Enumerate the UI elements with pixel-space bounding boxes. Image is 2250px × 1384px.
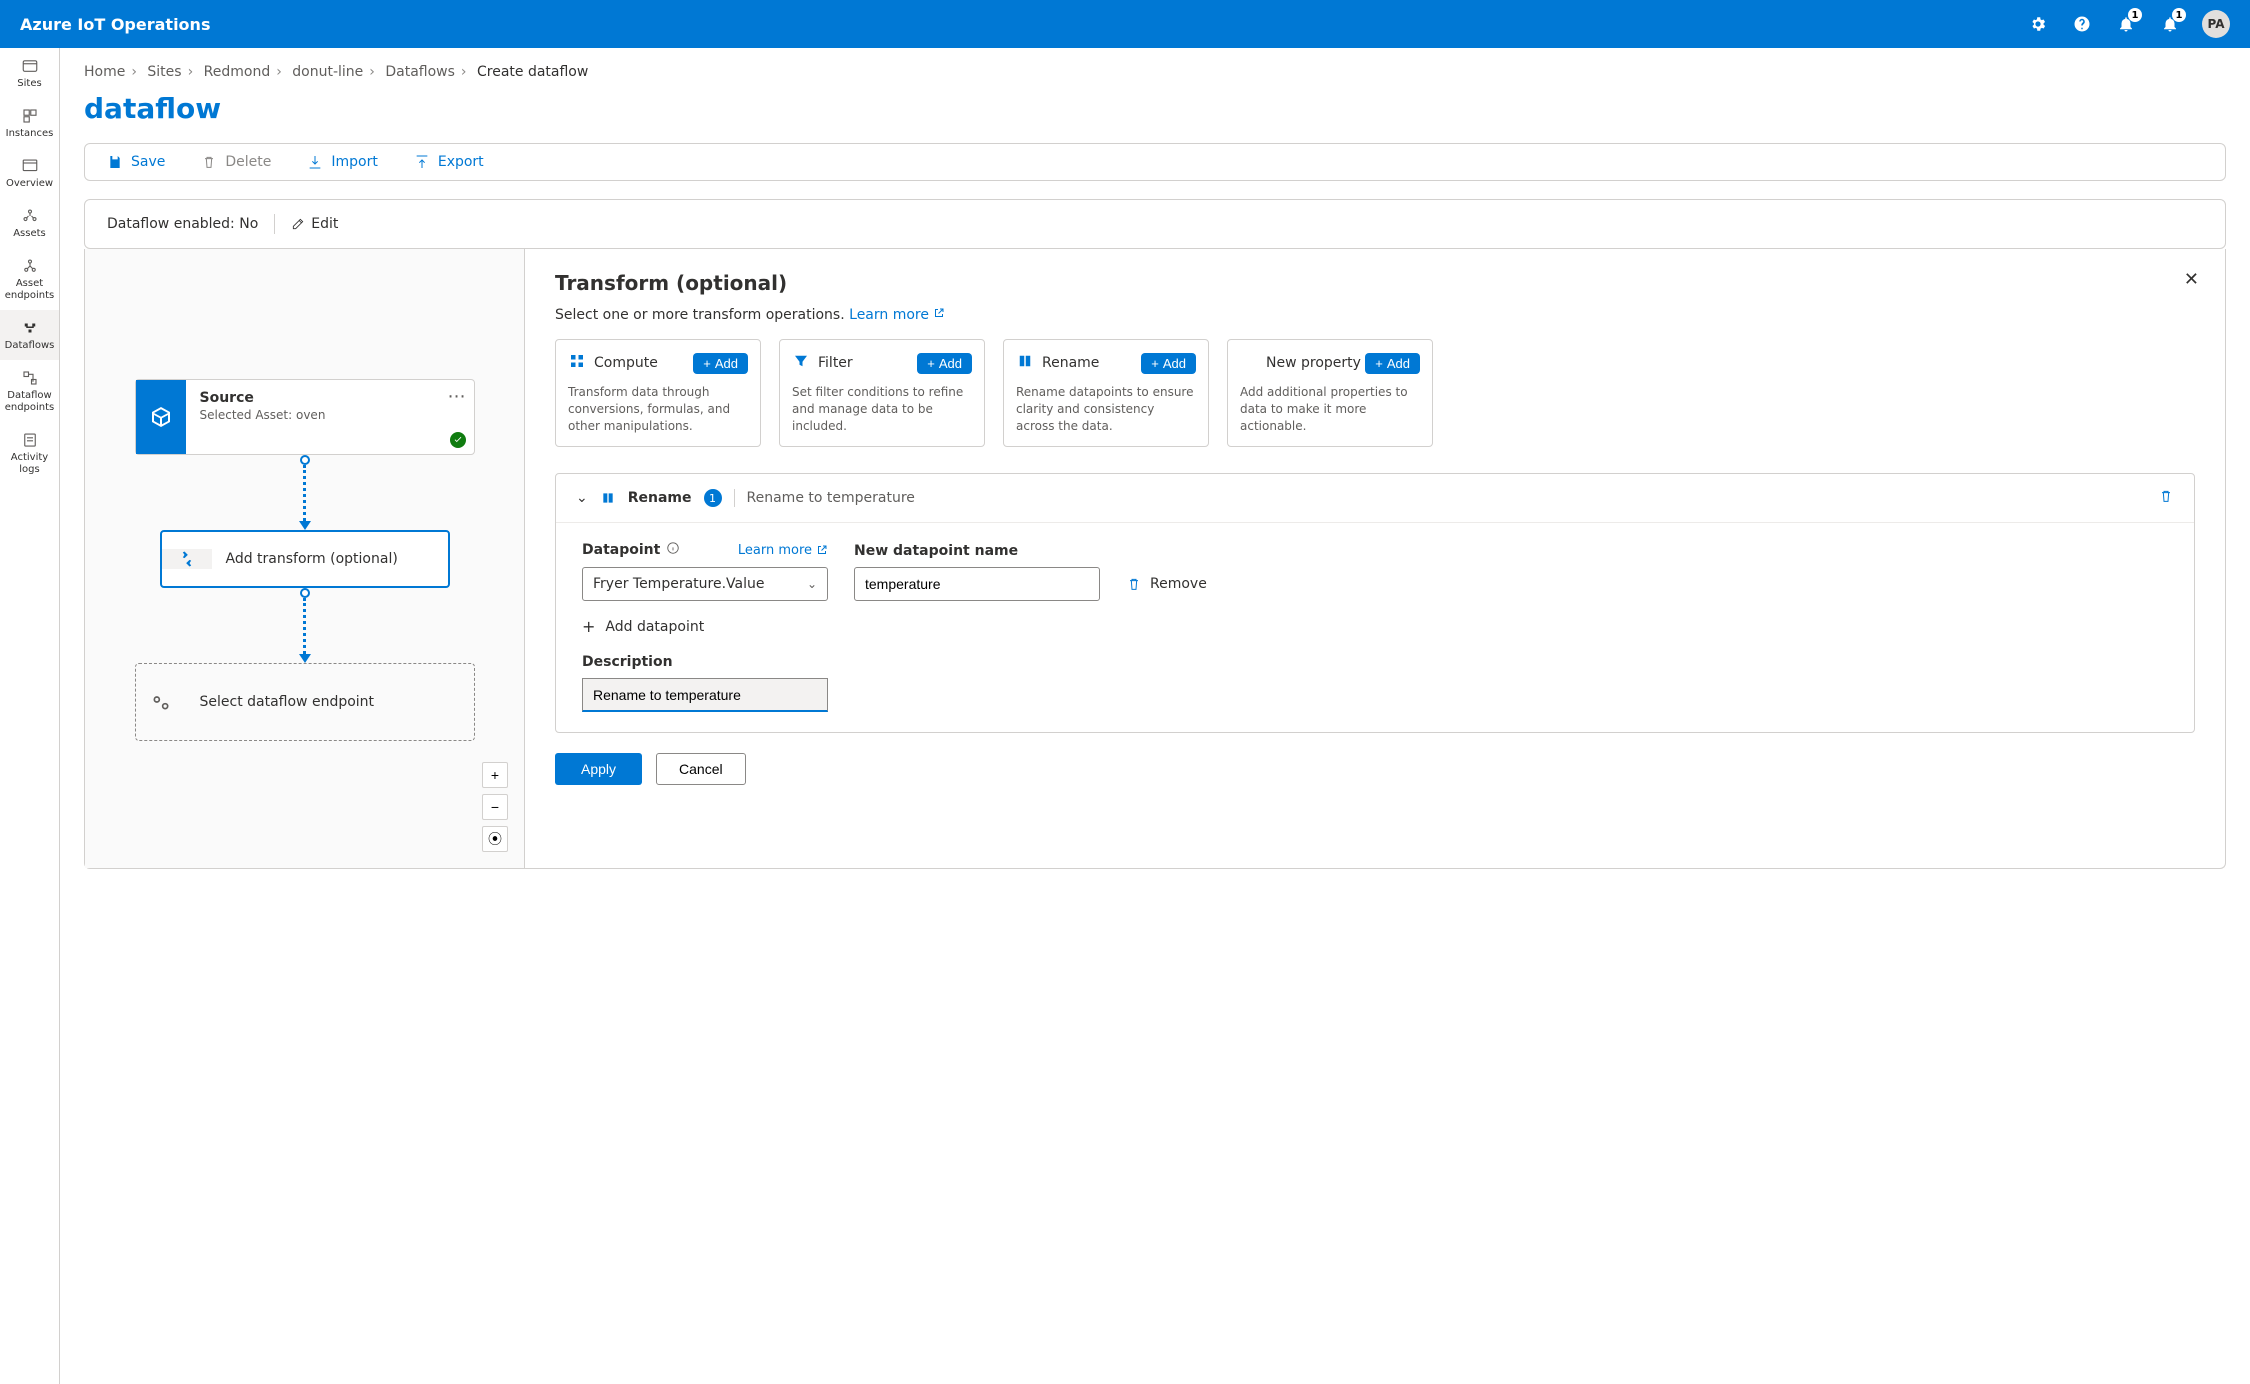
sidebar-item-sites[interactable]: Sites — [0, 48, 59, 98]
avatar[interactable]: PA — [2202, 10, 2230, 38]
dataflows-icon — [20, 318, 40, 338]
overview-icon — [20, 156, 40, 176]
breadcrumb-current: Create dataflow — [477, 64, 588, 80]
add-new-property-button[interactable]: +Add — [1365, 353, 1420, 374]
panel-subtitle: Select one or more transform operations.… — [555, 307, 2195, 323]
brand: Azure IoT Operations — [20, 15, 210, 34]
source-subtitle: Selected Asset: oven — [200, 408, 460, 422]
datapoint-select[interactable]: Fryer Temperature.Value ⌄ — [582, 567, 828, 601]
breadcrumb-link[interactable]: donut-line — [292, 64, 363, 80]
info-icon[interactable] — [666, 541, 680, 559]
zoom-out-button[interactable]: − — [482, 794, 508, 820]
activity-logs-icon — [20, 430, 40, 450]
endpoint-title: Select dataflow endpoint — [200, 694, 375, 710]
alerts-icon[interactable]: 1 — [2158, 12, 2182, 36]
source-title: Source — [200, 390, 460, 406]
breadcrumb: Home› Sites› Redmond› donut-line› Datafl… — [84, 64, 2226, 80]
apply-button[interactable]: Apply — [555, 753, 642, 785]
rename-icon — [600, 490, 616, 506]
save-button[interactable]: Save — [107, 154, 165, 170]
count-badge: 1 — [704, 489, 722, 507]
sidebar-item-asset-endpoints[interactable]: Asset endpoints — [0, 248, 59, 310]
op-card-new-property: New property +Add Add additional propert… — [1227, 339, 1433, 447]
export-button[interactable]: Export — [414, 154, 484, 170]
toolbar: Save Delete Import Export — [84, 143, 2226, 181]
edit-button[interactable]: Edit — [291, 216, 338, 232]
status-card: Dataflow enabled: No Edit — [84, 199, 2226, 249]
section-summary: Rename to temperature — [747, 490, 2146, 506]
sidebar-item-dataflow-endpoints[interactable]: Dataflow endpoints — [0, 360, 59, 422]
chevron-down-icon: ⌄ — [807, 577, 817, 591]
rename-icon — [1016, 352, 1034, 374]
sidebar-item-assets[interactable]: Assets — [0, 198, 59, 248]
sites-icon — [20, 56, 40, 76]
transform-panel: ✕ Transform (optional) Select one or mor… — [525, 249, 2225, 868]
zoom-in-button[interactable]: + — [482, 762, 508, 788]
delete-button: Delete — [201, 154, 271, 170]
op-card-rename: Rename +Add Rename datapoints to ensure … — [1003, 339, 1209, 447]
close-icon[interactable]: ✕ — [2184, 269, 2199, 290]
breadcrumb-link[interactable]: Dataflows — [385, 64, 455, 80]
asset-endpoints-icon — [20, 256, 40, 276]
endpoint-icon — [136, 692, 186, 712]
import-button[interactable]: Import — [307, 154, 377, 170]
breadcrumb-link[interactable]: Redmond — [204, 64, 271, 80]
description-input[interactable] — [582, 678, 828, 712]
add-rename-button[interactable]: +Add — [1141, 353, 1196, 374]
transform-icon — [162, 549, 212, 569]
check-icon — [450, 432, 466, 448]
source-node[interactable]: Source Selected Asset: oven ⋯ — [135, 379, 475, 455]
datapoint-label: Datapoint — [582, 541, 680, 559]
sidebar-item-dataflows[interactable]: Dataflows — [0, 310, 59, 360]
new-property-icon — [1240, 352, 1258, 374]
settings-icon[interactable] — [2026, 12, 2050, 36]
sidebar: Sites Instances Overview Assets Asset en… — [0, 48, 60, 1384]
new-name-input[interactable] — [854, 567, 1100, 601]
notifications-icon[interactable]: 1 — [2114, 12, 2138, 36]
help-icon[interactable] — [2070, 12, 2094, 36]
rename-section: ⌄ Rename 1 Rename to temperature — [555, 473, 2195, 733]
cancel-button[interactable]: Cancel — [656, 753, 746, 785]
notification-badge: 1 — [2128, 8, 2142, 22]
add-datapoint-button[interactable]: + Add datapoint — [582, 617, 2168, 636]
remove-button[interactable]: Remove — [1126, 567, 1207, 601]
panel-title: Transform (optional) — [555, 271, 2195, 295]
transform-title: Add transform (optional) — [226, 551, 398, 567]
learn-more-link[interactable]: Learn more — [849, 307, 945, 323]
zoom-fit-button[interactable]: ⦿ — [482, 826, 508, 852]
transform-node[interactable]: Add transform (optional) — [160, 530, 450, 588]
dataflow-endpoints-icon — [20, 368, 40, 388]
op-card-filter: Filter +Add Set filter conditions to ref… — [779, 339, 985, 447]
add-filter-button[interactable]: +Add — [917, 353, 972, 374]
sidebar-item-activity-logs[interactable]: Activity logs — [0, 422, 59, 484]
instances-icon — [20, 106, 40, 126]
breadcrumb-link[interactable]: Home — [84, 64, 125, 80]
sidebar-item-overview[interactable]: Overview — [0, 148, 59, 198]
page-title: dataflow — [84, 92, 2226, 125]
op-card-compute: Compute +Add Transform data through conv… — [555, 339, 761, 447]
description-label: Description — [582, 654, 2168, 670]
alert-badge: 1 — [2172, 8, 2186, 22]
learn-more-link[interactable]: Learn more — [738, 543, 828, 558]
cube-icon — [136, 380, 186, 454]
more-icon[interactable]: ⋯ — [448, 386, 466, 407]
dataflow-canvas: Source Selected Asset: oven ⋯ — [85, 249, 525, 868]
chevron-down-icon[interactable]: ⌄ — [576, 490, 588, 506]
add-compute-button[interactable]: +Add — [693, 353, 748, 374]
enabled-label: Dataflow enabled: No — [107, 216, 258, 232]
sidebar-item-instances[interactable]: Instances — [0, 98, 59, 148]
delete-section-button[interactable] — [2158, 488, 2174, 508]
new-name-label: New datapoint name — [854, 543, 1100, 559]
compute-icon — [568, 352, 586, 374]
filter-icon — [792, 352, 810, 374]
assets-icon — [20, 206, 40, 226]
endpoint-node[interactable]: Select dataflow endpoint — [135, 663, 475, 741]
breadcrumb-link[interactable]: Sites — [147, 64, 181, 80]
